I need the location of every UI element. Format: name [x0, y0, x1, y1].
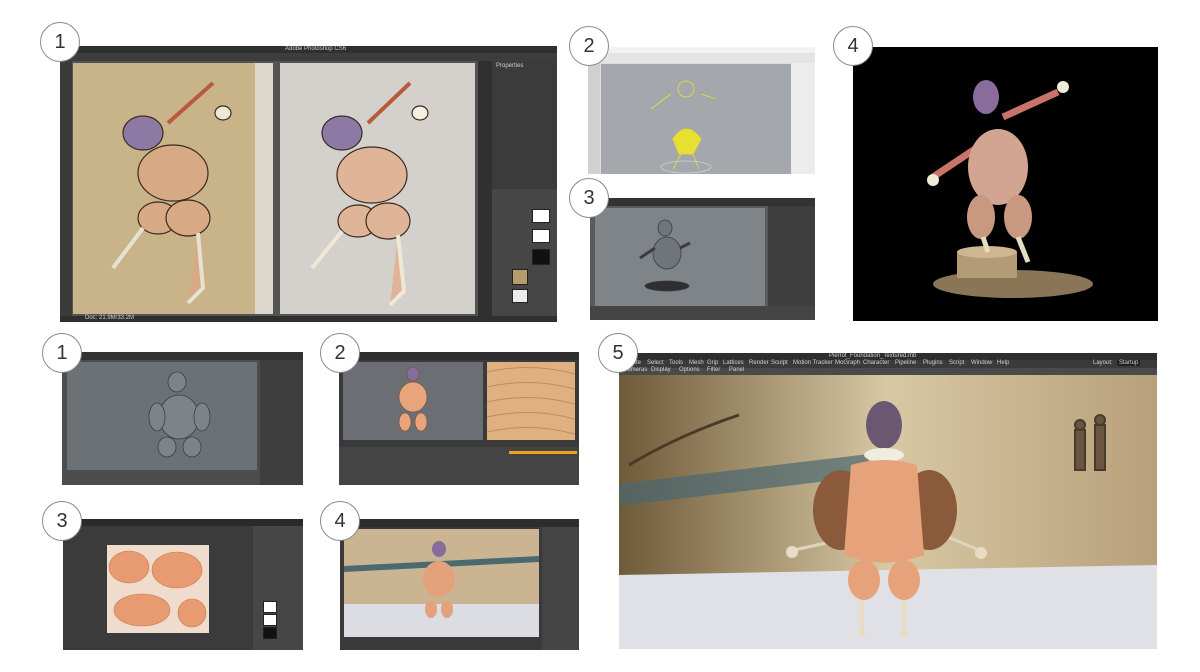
- viewport: [343, 362, 483, 440]
- menu-item-help[interactable]: Help: [997, 360, 1009, 366]
- menu-item-mesh[interactable]: Mesh: [689, 360, 704, 366]
- layout-label: Layout:: [1093, 360, 1113, 366]
- properties-panel-label: Properties: [496, 63, 524, 69]
- menu-item-select[interactable]: Select: [647, 360, 664, 366]
- menu-item-display[interactable]: Display: [651, 367, 671, 373]
- menu-item-character[interactable]: Character: [863, 360, 889, 366]
- menu-item-lattices[interactable]: Lattices: [723, 360, 744, 366]
- window-title: Pierrot_Foundation_Textured.mb: [829, 353, 917, 359]
- final-scene-screenshot: Pierrot_Foundation_Textured.mb Create Se…: [619, 353, 1157, 649]
- window-title: Adobe Photoshop CS6: [285, 46, 347, 52]
- pierrot-figure-icon: [927, 80, 1093, 298]
- scene-screenshot: [340, 519, 579, 650]
- step-badge-bottom-4: 4: [320, 501, 360, 541]
- menu-item-script[interactable]: Script: [949, 360, 964, 366]
- menu-item-panel[interactable]: Panel: [729, 367, 744, 373]
- layer-thumbnail-icon[interactable]: [532, 209, 550, 223]
- menu-item-options[interactable]: Options: [679, 367, 700, 373]
- menu-item-render[interactable]: Render: [749, 360, 769, 366]
- menu-item-sculpt[interactable]: Sculpt: [771, 360, 788, 366]
- menu-item-window[interactable]: Window: [971, 360, 992, 366]
- options-bar: [60, 53, 557, 61]
- menu-item-motion-tracker[interactable]: Motion Tracker: [793, 360, 833, 366]
- step-badge-bottom-2: 2: [320, 333, 360, 373]
- menu-item-pipeline[interactable]: Pipeline: [895, 360, 916, 366]
- doc-status: Doc: 21.9M/33.2M: [85, 315, 135, 321]
- viewport: [67, 362, 257, 470]
- wood-texture: [487, 362, 575, 440]
- menu-item-mograph[interactable]: MoGraph: [835, 360, 860, 366]
- title-bar: Adobe Photoshop CS6: [60, 46, 557, 53]
- canvas-cleaned: [280, 63, 475, 314]
- status-bar: Doc: 21.9M/33.2M: [60, 315, 557, 322]
- menu-item-filter[interactable]: Filter: [707, 367, 720, 373]
- step-badge-top-1: 1: [40, 22, 80, 62]
- selected-row[interactable]: [509, 451, 577, 454]
- render-black: [853, 47, 1158, 321]
- step-badge-top-3: 3: [569, 178, 609, 218]
- layout-select[interactable]: Startup: [1117, 360, 1141, 366]
- step-badge-top-2: 2: [569, 26, 609, 66]
- toolbar-icon[interactable]: [588, 53, 815, 63]
- viewport: [601, 64, 791, 174]
- viewport: [595, 208, 765, 306]
- wireframe-screenshot: [588, 47, 815, 174]
- c4d-model-screenshot: [62, 352, 303, 485]
- texture-screenshot: [339, 352, 579, 485]
- step-badge-top-4: 4: [833, 26, 873, 66]
- menu-item-grip[interactable]: Grip: [707, 360, 718, 366]
- properties-panel: [791, 63, 815, 174]
- panels-dock: Properties: [478, 61, 557, 322]
- ps-texture-screenshot: [63, 519, 303, 650]
- texture-canvas: [107, 545, 209, 633]
- canvas-photo: [73, 63, 273, 314]
- tools-panel: [60, 61, 72, 322]
- menu-item-tools[interactable]: Tools: [669, 360, 683, 366]
- step-badge-bottom-5: 5: [598, 333, 638, 373]
- c4d-screenshot: [590, 198, 815, 320]
- viewport: [619, 375, 1157, 649]
- panel-menu: Cameras Display Options Filter Panel: [619, 367, 1157, 375]
- menu-bar: Create Select Tools Mesh Grip Lattices R…: [619, 360, 1157, 368]
- step-badge-bottom-3: 3: [42, 501, 82, 541]
- layers-panel: [492, 189, 557, 319]
- pierrot-figure-icon: [111, 81, 232, 305]
- menu-item-plugins[interactable]: Plugins: [923, 360, 943, 366]
- viewport: [344, 529, 539, 637]
- step-badge-bottom-1: 1: [42, 333, 82, 373]
- photoshop-screenshot: Adobe Photoshop CS6 Properties Doc: 21.9…: [60, 46, 557, 322]
